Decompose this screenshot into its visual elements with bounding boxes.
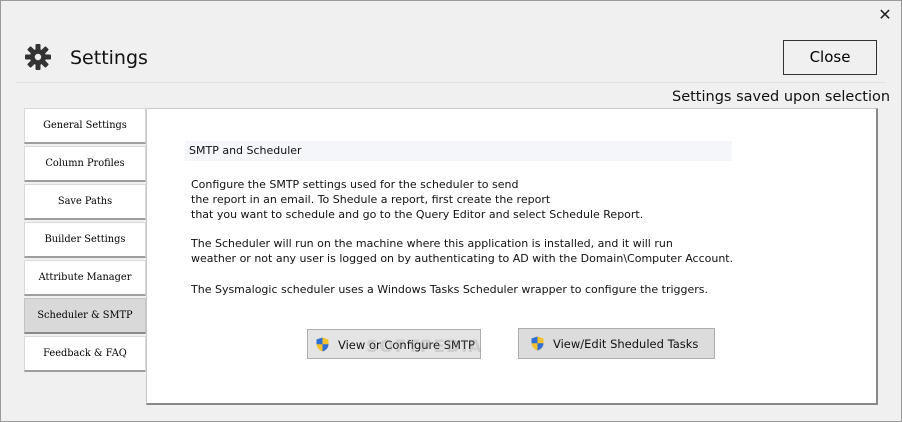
sidebar-item-general-settings[interactable]: General Settings <box>24 108 146 144</box>
settings-sidebar: General Settings Column Profiles Save Pa… <box>24 108 146 374</box>
description-paragraph: Configure the SMTP settings used for the… <box>191 177 643 222</box>
header-divider <box>16 82 886 83</box>
page-title: Settings <box>70 47 148 69</box>
description-line: weather or not any user is logged on by … <box>191 252 734 265</box>
sidebar-item-attribute-manager[interactable]: Attribute Manager <box>24 260 146 296</box>
sidebar-item-feedback-faq[interactable]: Feedback & FAQ <box>24 336 146 372</box>
description-line: The Scheduler will run on the machine wh… <box>191 237 673 250</box>
gear-icon <box>25 44 51 70</box>
uac-shield-icon <box>316 337 329 352</box>
description-line: that you want to schedule and go to the … <box>191 208 644 221</box>
description-paragraph: The Sysmalogic scheduler uses a Windows … <box>191 282 708 297</box>
section-title: SMTP and Scheduler <box>185 141 732 161</box>
watermark-text: SOFTPEDIA <box>366 337 483 357</box>
sidebar-item-save-paths[interactable]: Save Paths <box>24 184 146 220</box>
sidebar-item-column-profiles[interactable]: Column Profiles <box>24 146 146 182</box>
close-button[interactable]: Close <box>783 40 877 75</box>
sidebar-item-builder-settings[interactable]: Builder Settings <box>24 222 146 258</box>
status-message: Settings saved upon selection <box>672 89 891 105</box>
window-close-icon[interactable]: ✕ <box>870 4 900 26</box>
description-line: the report in an email. To Shedule a rep… <box>191 193 551 206</box>
description-paragraph: The Scheduler will run on the machine wh… <box>191 236 733 266</box>
uac-shield-icon <box>531 336 544 351</box>
content-panel: SMTP and Scheduler Configure the SMTP se… <box>146 108 878 405</box>
edit-scheduled-tasks-label: View/Edit Sheduled Tasks <box>553 337 699 351</box>
edit-scheduled-tasks-button[interactable]: View/Edit Sheduled Tasks <box>518 328 715 359</box>
description-line: Configure the SMTP settings used for the… <box>191 178 519 191</box>
sidebar-item-scheduler-smtp[interactable]: Scheduler & SMTP <box>24 298 146 334</box>
description-line: The Sysmalogic scheduler uses a Windows … <box>191 283 709 296</box>
